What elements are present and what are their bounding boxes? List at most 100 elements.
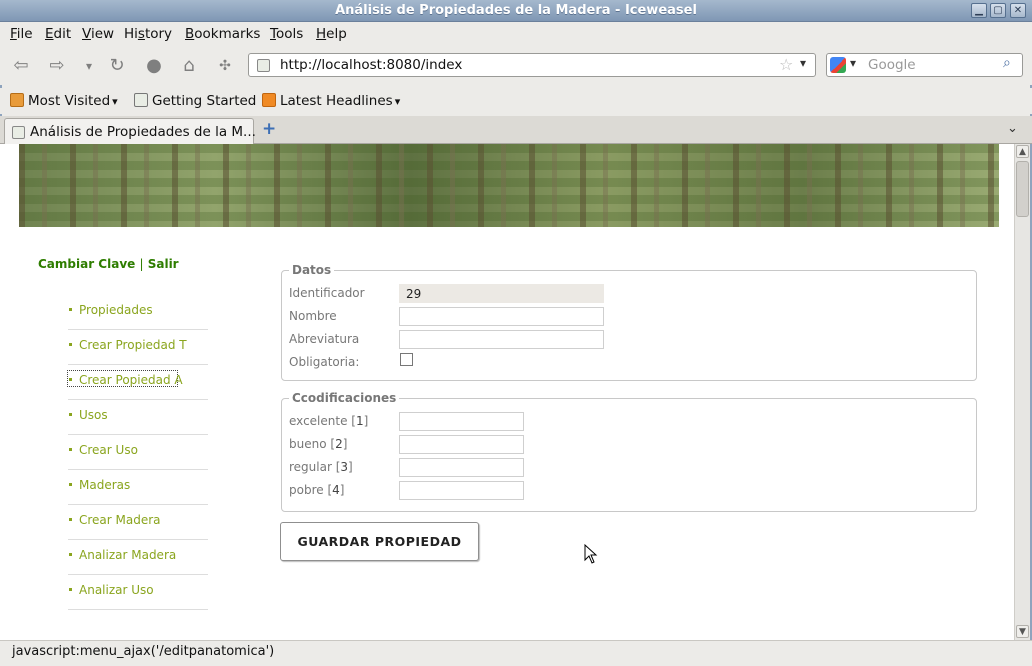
nav-item-analizar-madera[interactable]: Analizar Madera [68,540,208,575]
codificacion-input[interactable] [399,435,524,454]
nav-item-label[interactable]: Crear Uso [79,443,138,457]
new-tab-icon[interactable]: + [262,119,276,139]
nombre-field[interactable] [399,307,604,326]
user-links-separator: | [139,257,144,271]
tab-title: Análisis de Propiedades de la M... [30,124,256,140]
nav-item-label[interactable]: Propiedades [79,303,153,317]
codificacion-code: 1 [355,414,364,428]
user-links: Cambiar Clave | Salir [38,257,179,271]
menu-bookmarks[interactable]: Bookmarks [185,26,260,42]
bullet-icon [69,378,72,381]
home-icon[interactable]: ⌂ [178,55,200,77]
obligatoria-label: Obligatoria: [289,355,360,369]
url-dropdown-icon[interactable]: ▾ [800,56,806,70]
abreviatura-label: Abreviatura [289,332,360,346]
codificacion-input[interactable] [399,412,524,431]
reload-icon[interactable]: ↻ [106,55,128,77]
obligatoria-checkbox[interactable] [400,353,413,366]
abreviatura-field[interactable] [399,330,604,349]
nav-item-maderas[interactable]: Maderas [68,470,208,505]
menu-history[interactable]: History [124,26,172,42]
menu-edit[interactable]: Edit [45,26,71,42]
url-text[interactable]: http://localhost:8080/index [280,57,462,73]
maximize-button[interactable]: ▢ [990,3,1006,18]
nav-item-label[interactable]: Analizar Uso [79,583,154,597]
history-dropdown-icon[interactable]: ▾ [78,55,100,77]
nav-item-crear-uso[interactable]: Crear Uso [68,435,208,470]
codificacion-label: pobre [4] [289,483,345,497]
search-engine-icon[interactable] [830,57,846,73]
bookmarks-toolbar: Most Visited ▾ Getting Started Latest Hea… [0,88,1032,114]
site-favicon-icon [257,59,270,72]
codificacion-name: excelente [289,414,348,428]
search-box[interactable]: ▾ Google ⌕ [826,53,1023,77]
most-visited-icon [10,93,24,107]
menu-file[interactable]: File [10,26,33,42]
codificacion-name: pobre [289,483,324,497]
mouse-cursor-icon [584,543,598,564]
bookmark-getting-started[interactable]: Getting Started [134,93,256,109]
stop-icon[interactable]: ● [143,55,165,77]
page-icon [134,93,148,107]
close-window-button[interactable]: ✕ [1010,3,1026,18]
bullet-icon [69,343,72,346]
scroll-up-icon[interactable]: ▲ [1016,145,1029,158]
nav-item-usos[interactable]: Usos [68,400,208,435]
nombre-label: Nombre [289,309,337,323]
rss-icon [262,93,276,107]
search-icon[interactable]: ⌕ [1003,55,1011,71]
bullet-icon [69,518,72,521]
back-icon[interactable]: ⇦ [10,55,32,77]
bookmark-most-visited[interactable]: Most Visited ▾ [10,93,118,109]
scrollbar-thumb[interactable] [1016,161,1029,217]
bookmark-latest-headlines[interactable]: Latest Headlines ▾ [262,93,400,109]
nav-item-analizar-uso[interactable]: Analizar Uso [68,575,208,610]
nav-item-label[interactable]: Crear Madera [79,513,161,527]
change-password-link[interactable]: Cambiar Clave [38,257,135,271]
page-content: Cambiar Clave | Salir Propiedades Crear … [0,144,1014,640]
nav-item-label[interactable]: Maderas [79,478,130,492]
nav-item-crear-propiedad-t[interactable]: Crear Propiedad T [68,330,208,365]
status-bar: javascript:menu_ajax('/editpanatomica') [0,640,1032,666]
window-title: Análisis de Propiedades de la Madera - I… [335,3,697,18]
search-input[interactable]: Google [868,57,916,73]
nav-item-propiedades[interactable]: Propiedades [68,295,208,330]
menu-help[interactable]: Help [316,26,347,42]
nav-item-label[interactable]: Usos [79,408,108,422]
bullet-icon [69,553,72,556]
menu-view[interactable]: View [82,26,114,42]
bullet-icon [69,588,72,591]
tab-list-icon[interactable]: ⌄ [1007,121,1018,136]
url-bar[interactable]: http://localhost:8080/index ☆ ▾ [248,53,816,77]
bookmark-latest-headlines-label: Latest Headlines [280,93,393,109]
nav-item-crear-popiedad-a[interactable]: Crear Popiedad A [67,365,208,400]
codificacion-input[interactable] [399,458,524,477]
bookmark-getting-started-label: Getting Started [152,93,257,109]
nav-item-crear-madera[interactable]: Crear Madera [68,505,208,540]
search-engine-dropdown-icon[interactable]: ▾ [850,56,856,70]
addon-icon[interactable]: ✣ [214,55,236,77]
codificacion-code: 4 [332,483,340,497]
status-text: javascript:menu_ajax('/editpanatomica') [12,644,275,659]
bookmark-star-icon[interactable]: ☆ [779,55,793,74]
navigation-toolbar: ⇦ ⇨ ▾ ↻ ● ⌂ ✣ http://localhost:8080/inde… [0,45,1032,85]
tab-favicon-icon [12,126,25,139]
menu-bar: File Edit View History Bookmarks Tools H… [0,22,1032,45]
nav-item-label[interactable]: Crear Propiedad T [79,338,187,352]
vertical-scrollbar[interactable]: ▲ ▼ [1014,144,1030,640]
tab-active[interactable]: Análisis de Propiedades de la M... [4,118,256,145]
codificacion-input[interactable] [399,481,524,500]
chevron-down-icon: ▾ [112,95,118,108]
window-titlebar[interactable]: Análisis de Propiedades de la Madera - I… [0,0,1032,22]
logout-link[interactable]: Salir [148,257,179,271]
scroll-down-icon[interactable]: ▼ [1016,625,1029,638]
minimize-button[interactable]: ▁ [971,3,987,18]
nav-item-label[interactable]: Crear Popiedad A [79,373,183,387]
codificacion-code: 2 [335,437,343,451]
nav-item-label[interactable]: Analizar Madera [79,548,176,562]
guardar-propiedad-button[interactable]: GUARDAR PROPIEDAD [280,522,479,561]
forward-icon[interactable]: ⇨ [46,55,68,77]
menu-tools[interactable]: Tools [270,26,303,42]
bullet-icon [69,448,72,451]
codificacion-label: regular [3] [289,460,353,474]
